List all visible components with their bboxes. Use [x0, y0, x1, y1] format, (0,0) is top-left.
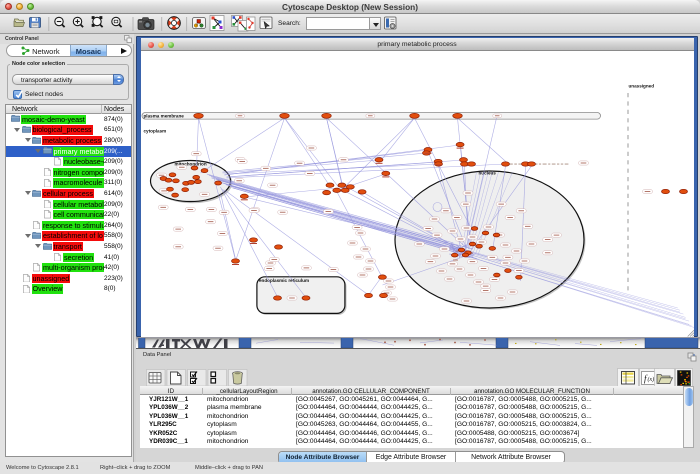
svg-text:unassigned: unassigned — [628, 84, 654, 89]
svg-text:(x): (x) — [648, 376, 655, 383]
svg-text:plasma membrane: plasma membrane — [143, 113, 184, 118]
svg-text:cytoplasm: cytoplasm — [143, 129, 166, 134]
svg-text:endoplasmic reticulum: endoplasmic reticulum — [259, 278, 309, 283]
